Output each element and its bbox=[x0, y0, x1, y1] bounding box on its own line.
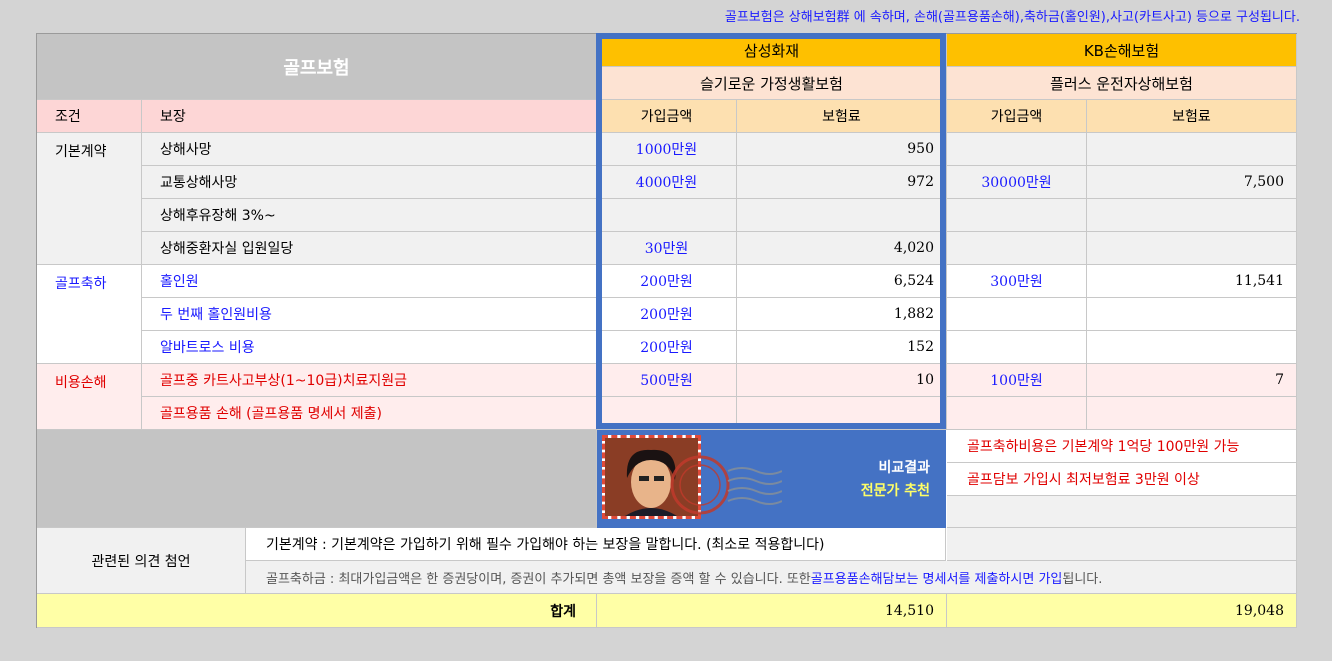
kb-premium-4: 11,541 bbox=[1087, 265, 1297, 298]
group-label-2: 비용손해 bbox=[37, 364, 142, 430]
total-kb: 19,048 bbox=[947, 594, 1297, 628]
samsung-premium-0: 950 bbox=[737, 133, 947, 166]
kb-amount-4: 300만원 bbox=[947, 265, 1087, 298]
samsung-amount-8 bbox=[597, 397, 737, 430]
samsung-amount-0: 1000만원 bbox=[597, 133, 737, 166]
kb-amount-2 bbox=[947, 199, 1087, 232]
header-kp: 보험료 bbox=[1087, 100, 1297, 133]
insurer-company-1: KB손해보험 bbox=[947, 34, 1297, 67]
header-note: 골프보험은 상해보험群 에 속하며, 손해(골프용품손해),축하금(홀인원),사… bbox=[724, 10, 1300, 25]
group-label-1: 골프축하 bbox=[37, 265, 142, 364]
coverage-8: 골프용품 손해 (골프용품 명세서 제출) bbox=[142, 397, 597, 430]
opinion-golf-bonus-part-2: 됩니다. bbox=[1062, 571, 1103, 587]
table-title: 골프보험 bbox=[37, 34, 597, 100]
kb-note-1: 골프담보 가입시 최저보험료 3만원 이상 bbox=[947, 463, 1297, 496]
header-condition: 조건 bbox=[37, 100, 142, 133]
kb-premium-0 bbox=[1087, 133, 1297, 166]
recommend-line1: 비교결과 bbox=[878, 460, 930, 476]
kb-amount-7: 100만원 bbox=[947, 364, 1087, 397]
header-coverage: 보장 bbox=[142, 100, 597, 133]
postmark-stamp-icon bbox=[670, 455, 782, 515]
group-label-0: 기본계약 bbox=[37, 133, 142, 265]
coverage-5: 두 번째 홀인원비용 bbox=[142, 298, 597, 331]
samsung-premium-4: 6,524 bbox=[737, 265, 947, 298]
coverage-2: 상해후유장해 3%~ bbox=[142, 199, 597, 232]
total-label: 합계 bbox=[37, 594, 597, 628]
recommend-line2: 전문가 추천 bbox=[860, 483, 930, 499]
blank-gray-area bbox=[37, 430, 597, 528]
kb-premium-1: 7,500 bbox=[1087, 166, 1297, 199]
samsung-premium-3: 4,020 bbox=[737, 232, 947, 265]
samsung-premium-7: 10 bbox=[737, 364, 947, 397]
samsung-premium-8 bbox=[737, 397, 947, 430]
kb-amount-5 bbox=[947, 298, 1087, 331]
opinion-golf-bonus-part-0: 골프축하금 : 최대가입금액은 한 증권당이며, 증권이 추가되면 총액 보장을… bbox=[266, 571, 811, 587]
samsung-premium-1: 972 bbox=[737, 166, 947, 199]
kb-amount-1: 30000만원 bbox=[947, 166, 1087, 199]
samsung-amount-7: 500만원 bbox=[597, 364, 737, 397]
samsung-premium-5: 1,882 bbox=[737, 298, 947, 331]
coverage-7: 골프중 카트사고부상(1~10급)치료지원금 bbox=[142, 364, 597, 397]
kb-premium-8 bbox=[1087, 397, 1297, 430]
kb-note-0: 골프축하비용은 기본계약 1억당 100만원 가능 bbox=[947, 430, 1297, 463]
samsung-amount-2 bbox=[597, 199, 737, 232]
kb-premium-7: 7 bbox=[1087, 364, 1297, 397]
samsung-amount-5: 200만원 bbox=[597, 298, 737, 331]
samsung-premium-2 bbox=[737, 199, 947, 232]
kb-amount-8 bbox=[947, 397, 1087, 430]
coverage-0: 상해사망 bbox=[142, 133, 597, 166]
opinion-golf-bonus: 골프축하금 : 최대가입금액은 한 증권당이며, 증권이 추가되면 총액 보장을… bbox=[246, 561, 1297, 594]
recommend-panel: 비교결과 전문가 추천 bbox=[596, 429, 946, 528]
kb-premium-2 bbox=[1087, 199, 1297, 232]
samsung-amount-3: 30만원 bbox=[597, 232, 737, 265]
header-sp: 보험료 bbox=[737, 100, 947, 133]
kb-premium-3 bbox=[1087, 232, 1297, 265]
opinion-label: 관련된 의견 첨언 bbox=[37, 528, 246, 594]
coverage-1: 교통상해사망 bbox=[142, 166, 597, 199]
header-ka: 가입금액 bbox=[947, 100, 1087, 133]
insurer-product-1: 플러스 운전자상해보험 bbox=[947, 67, 1297, 100]
kb-amount-0 bbox=[947, 133, 1087, 166]
insurer-company-0: 삼성화재 bbox=[597, 34, 947, 67]
coverage-3: 상해중환자실 입원일당 bbox=[142, 232, 597, 265]
insurer-product-0: 슬기로운 가정생활보험 bbox=[597, 67, 947, 100]
samsung-amount-1: 4000만원 bbox=[597, 166, 737, 199]
kb-amount-3 bbox=[947, 232, 1087, 265]
samsung-premium-6: 152 bbox=[737, 331, 947, 364]
samsung-amount-4: 200만원 bbox=[597, 265, 737, 298]
kb-note-blank bbox=[947, 496, 1297, 528]
coverage-4: 홀인원 bbox=[142, 265, 597, 298]
samsung-amount-6: 200만원 bbox=[597, 331, 737, 364]
coverage-6: 알바트로스 비용 bbox=[142, 331, 597, 364]
kb-premium-6 bbox=[1087, 331, 1297, 364]
kb-amount-6 bbox=[947, 331, 1087, 364]
total-samsung: 14,510 bbox=[597, 594, 947, 628]
opinion-blank bbox=[947, 528, 1297, 561]
opinion-basic: 기본계약 : 기본계약은 가입하기 위해 필수 가입해야 하는 보장을 말합니다… bbox=[246, 528, 946, 561]
header-sa: 가입금액 bbox=[597, 100, 737, 133]
kb-premium-5 bbox=[1087, 298, 1297, 331]
opinion-golf-bonus-part-1: 골프용품손해담보는 명세서를 제출하시면 가입 bbox=[810, 571, 1063, 587]
